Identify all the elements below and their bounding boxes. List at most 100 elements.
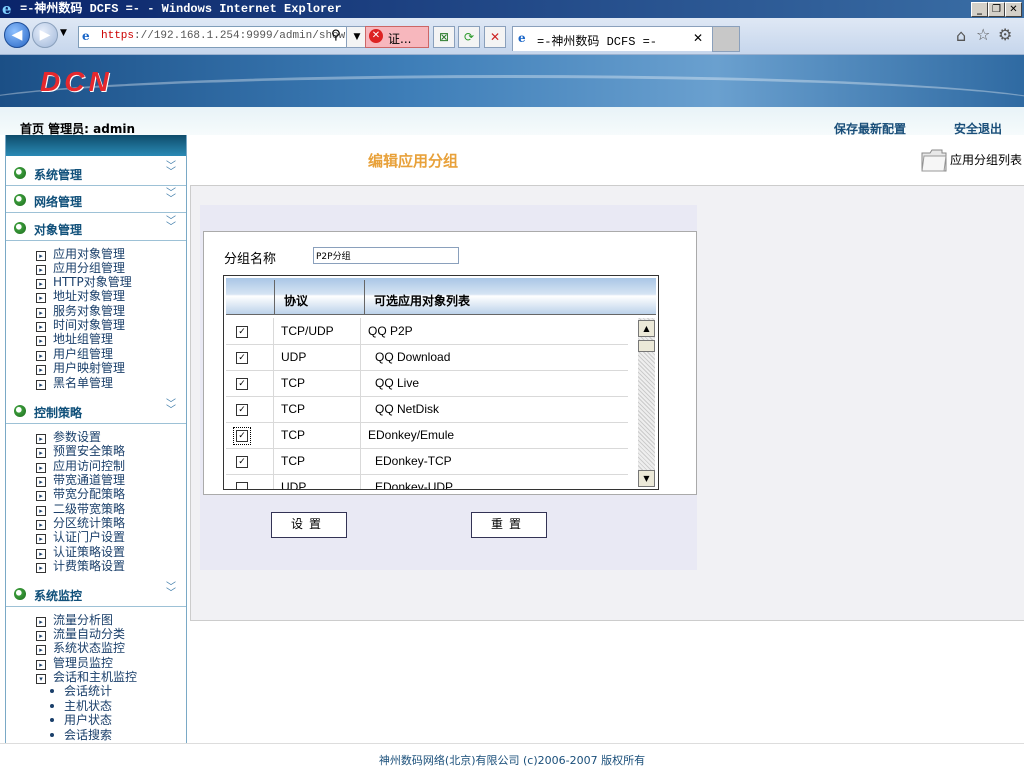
sidebar-item-billing-policy[interactable]: ▸ 计费策略设置 <box>36 557 125 573</box>
page-favicon-icon: e <box>82 29 90 43</box>
sidebar-item-traffic-classify[interactable]: ▸ 流量自动分类 <box>36 625 125 641</box>
tools-gear-icon[interactable]: ⚙ <box>998 25 1012 44</box>
search-icon[interactable]: ⚲ <box>331 28 341 43</box>
sidebar-item-address-objects[interactable]: ▸ 地址对象管理 <box>36 287 125 303</box>
address-bar[interactable]: e https://192.168.1.254:9999/admin/show/… <box>78 26 352 48</box>
sidebar-item-system-status[interactable]: ▸ 系统状态监控 <box>36 639 125 655</box>
address-url: https://192.168.1.254:9999/admin/show/ <box>101 30 352 42</box>
sidebar-item-params[interactable]: ▸ 参数设置 <box>36 428 101 444</box>
row-checkbox[interactable]: ✓ <box>236 378 248 390</box>
bullet-icon <box>14 588 26 600</box>
sidebar-item-auth-policy[interactable]: ▸ 认证策略设置 <box>36 543 125 559</box>
reset-button[interactable]: 重置 <box>471 512 547 538</box>
row-checkbox[interactable] <box>236 482 248 489</box>
dot-icon <box>50 704 54 708</box>
sidebar-item-preset-security[interactable]: ▸ 预置安全策略 <box>36 442 125 458</box>
sidebar-item-time-objects[interactable]: ▸ 时间对象管理 <box>36 316 125 332</box>
ie-logo-icon: e <box>2 0 12 18</box>
sidebar-item-partition-stats[interactable]: ▸ 分区统计策略 <box>36 514 125 530</box>
back-arrow-icon[interactable]: ◀ <box>4 22 30 48</box>
sidebar-item-bandwidth-channel[interactable]: ▸ 带宽通道管理 <box>36 471 125 487</box>
row-app-name: EDonkey-TCP <box>375 454 452 468</box>
close-tab-icon[interactable]: ✕ <box>693 31 703 45</box>
sidebar-item-session-host[interactable]: ▾ 会话和主机监控 <box>36 668 137 684</box>
sidebar-subitem-session-stats[interactable]: 会话统计 <box>50 682 112 698</box>
minimize-button[interactable]: _ <box>971 2 988 17</box>
history-dropdown-icon[interactable]: ▼ <box>60 28 67 38</box>
row-app-name: QQ P2P <box>368 324 413 338</box>
group-name-input[interactable] <box>313 247 459 264</box>
dot-icon <box>50 718 54 722</box>
compatibility-icon[interactable]: ⊠ <box>433 26 455 48</box>
set-button[interactable]: 设置 <box>271 512 347 538</box>
certificate-error-button[interactable]: ✕ 证... <box>365 26 429 48</box>
sidebar-subitem-user-status[interactable]: 用户状态 <box>50 711 112 727</box>
sidebar: 系统管理 ﹀ ﹀ 网络管理 ﹀ ﹀ 对象管理 ﹀ ﹀ ▸ 应用对象管理 ▸ 应用分组管理 … <box>5 135 187 744</box>
sidebar-item-blacklist[interactable]: ▸ 黑名单管理 <box>36 374 113 390</box>
sidebar-item-user-groups[interactable]: ▸ 用户组管理 <box>36 345 113 361</box>
dcn-logo: DCN <box>40 66 113 97</box>
header-banner <box>0 55 1024 107</box>
folder-icon[interactable] <box>920 145 948 173</box>
sidebar-subitem-host-status[interactable]: 主机状态 <box>50 697 112 713</box>
row-protocol: UDP <box>281 480 307 490</box>
row-checkbox[interactable]: ✓ <box>236 352 248 364</box>
row-checkbox[interactable]: ✓ <box>236 456 248 468</box>
maximize-button[interactable]: ❐ <box>988 2 1005 17</box>
row-checkbox[interactable]: ✓ <box>236 404 248 416</box>
sidebar-item-user-mapping[interactable]: ▸ 用户映射管理 <box>36 359 125 375</box>
browser-tab[interactable]: e =-神州数码 DCFS =- ✕ <box>512 26 714 51</box>
table-row: UDP EDonkey-UDP <box>226 474 628 490</box>
table-row: ✓ TCP QQ NetDisk <box>226 396 628 423</box>
sidebar-item-service-objects[interactable]: ▸ 服务对象管理 <box>36 302 125 318</box>
chevron-down-icon[interactable]: ﹀ ﹀ <box>166 162 176 178</box>
forward-arrow-icon[interactable]: ▶ <box>32 22 58 48</box>
close-window-button[interactable]: ✕ <box>1005 2 1022 17</box>
sidebar-item-admin-monitor[interactable]: ▸ 管理员监控 <box>36 654 113 670</box>
sidebar-section-network[interactable]: 网络管理 ﹀ ﹀ <box>6 186 186 213</box>
scroll-thumb[interactable] <box>638 340 655 352</box>
window-title-bar: e =-神州数码 DCFS =- - Windows Internet Expl… <box>0 0 1024 18</box>
scroll-down-icon[interactable]: ▼ <box>638 470 655 487</box>
chevron-down-icon[interactable]: ﹀ ﹀ <box>166 583 176 599</box>
row-checkbox[interactable]: ✓ <box>236 326 248 338</box>
chevron-down-icon[interactable]: ﹀ ﹀ <box>166 400 176 416</box>
table-row: ✓ TCP/UDP QQ P2P <box>226 318 628 345</box>
sidebar-section-monitor[interactable]: 系统监控 ﹀ ﹀ <box>6 580 186 607</box>
sidebar-item-app-access[interactable]: ▸ 应用访问控制 <box>36 457 125 473</box>
scroll-up-icon[interactable]: ▲ <box>638 320 655 337</box>
sidebar-item-app-groups[interactable]: ▸ 应用分组管理 <box>36 259 125 275</box>
stop-icon[interactable]: ✕ <box>484 26 506 48</box>
sidebar-section-objects[interactable]: 对象管理 ﹀ ﹀ <box>6 214 186 241</box>
bullet-icon <box>14 405 26 417</box>
bullet-icon <box>14 167 26 179</box>
new-tab-button[interactable] <box>712 26 740 52</box>
sidebar-section-policies[interactable]: 控制策略 ﹀ ﹀ <box>6 397 186 424</box>
favorites-star-icon[interactable]: ☆ <box>976 25 990 44</box>
chevron-down-icon[interactable]: ﹀ ﹀ <box>166 189 176 205</box>
sidebar-item-auth-portal[interactable]: ▸ 认证门户设置 <box>36 528 125 544</box>
sidebar-item-http-objects[interactable]: ▸ HTTP对象管理 <box>36 273 132 289</box>
home-icon[interactable]: ⌂ <box>956 26 966 45</box>
row-protocol: TCP <box>281 376 305 390</box>
row-app-name: EDonkey/Emule <box>368 428 455 442</box>
arrow-box-icon: ▸ <box>36 380 46 390</box>
refresh-icon[interactable]: ⟳ <box>458 26 480 48</box>
sidebar-item-secondary-bandwidth[interactable]: ▸ 二级带宽策略 <box>36 500 125 516</box>
sidebar-item-app-objects[interactable]: ▸ 应用对象管理 <box>36 245 125 261</box>
row-checkbox[interactable]: ✓ <box>233 427 251 445</box>
sidebar-section-system[interactable]: 系统管理 ﹀ ﹀ <box>6 159 186 186</box>
footer: 神州数码网络(北京)有限公司 (c)2006-2007 版权所有 <box>0 743 1024 769</box>
group-name-label: 分组名称 <box>224 252 277 267</box>
cert-error-icon: ✕ <box>369 29 383 43</box>
col-apps-header: 可选应用对象列表 <box>374 294 471 308</box>
tab-favicon-icon: e <box>518 31 526 45</box>
sidebar-item-address-groups[interactable]: ▸ 地址组管理 <box>36 330 113 346</box>
chevron-down-icon[interactable]: ﹀ ﹀ <box>166 217 176 233</box>
sidebar-subitem-session-search[interactable]: 会话搜索 <box>50 726 112 742</box>
table-scrollbar[interactable]: ▲ ▼ <box>638 318 655 487</box>
sidebar-item-traffic-chart[interactable]: ▸ 流量分析图 <box>36 611 113 627</box>
app-group-list-link[interactable]: 应用分组列表 <box>950 151 1022 168</box>
sidebar-item-bandwidth-alloc[interactable]: ▸ 带宽分配策略 <box>36 485 125 501</box>
cert-error-label: 证... <box>388 32 412 46</box>
